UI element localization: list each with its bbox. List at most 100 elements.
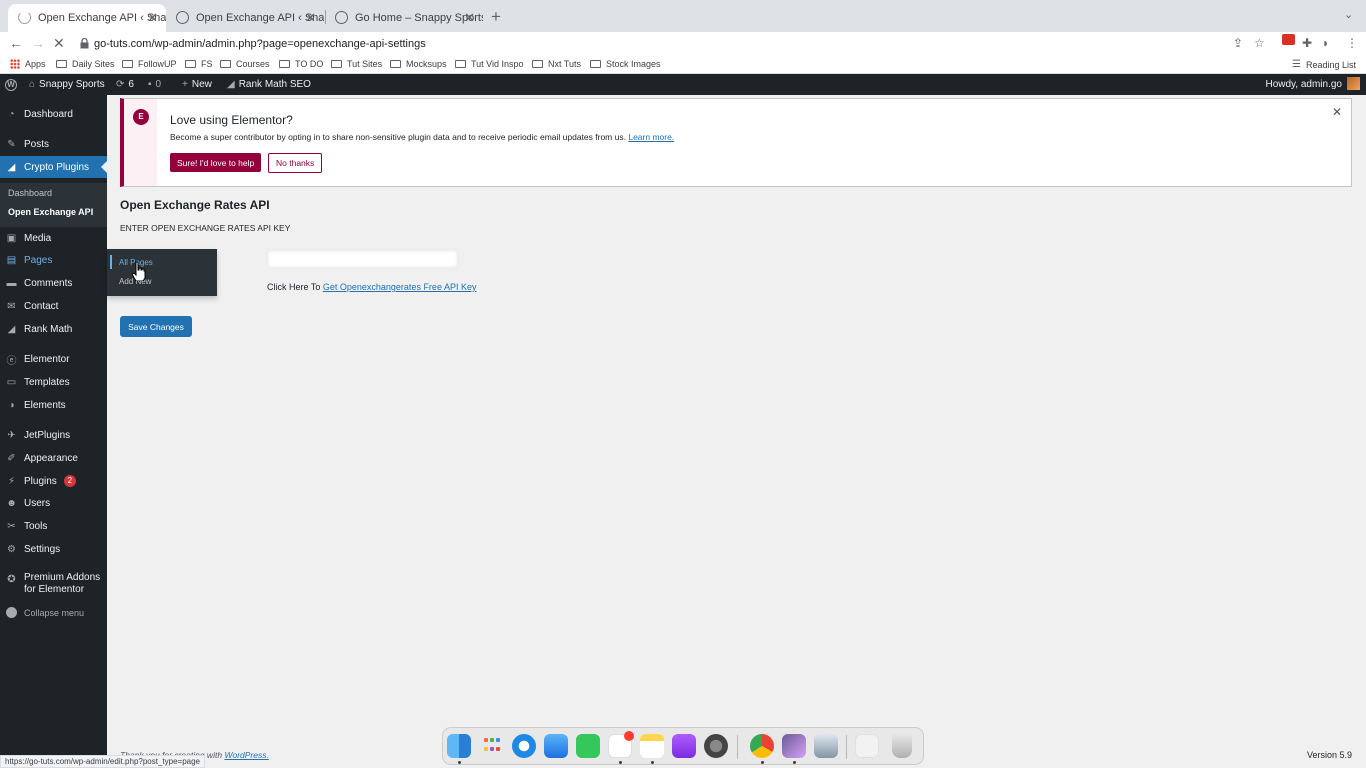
rank-math-label: Rank Math SEO [238,79,311,90]
my-account-link[interactable]: Howdy, admin.go [1265,79,1342,90]
new-content-link[interactable]: + New [182,79,212,90]
facetime-icon[interactable] [576,734,600,758]
bookmark-folder[interactable]: FS [185,59,213,69]
bookmark-label: TO DO [295,59,324,69]
kebab-menu-icon[interactable]: ⋮ [1346,36,1358,50]
sidebar-item-users[interactable]: ☻ Users [0,492,107,514]
shield-extension-icon[interactable]: ◗ [1322,36,1329,50]
bookmark-folder[interactable]: Daily Sites [56,59,115,69]
bookmark-folder[interactable]: Tut Sites [331,59,382,69]
submenu-item-open-exchange-api[interactable]: Open Exchange API [8,207,93,217]
sidebar-item-appearance[interactable]: ✐ Appearance [0,447,107,469]
share-icon[interactable]: ⇪ [1233,36,1243,50]
sidebar-item-rank-math[interactable]: ◢ Rank Math [0,318,107,340]
collapse-menu-button[interactable]: Collapse menu [6,607,84,618]
learn-more-link[interactable]: Learn more. [628,132,674,142]
sidebar-item-jetplugins[interactable]: ✈ JetPlugins [0,424,107,446]
tab-open-exchange-api-2[interactable]: Open Exchange API ‹ Snappy S ✕ [166,4,324,32]
home-icon: ⌂ [29,79,36,90]
url-text: go-tuts.com/wp-admin/admin.php?page=open… [94,38,426,50]
sidebar-item-settings[interactable]: ⚙ Settings [0,538,107,560]
extensions-puzzle-icon[interactable]: ✚ [1302,36,1312,50]
sidebar-item-tools[interactable]: ✂ Tools [0,515,107,537]
bookmark-folder[interactable]: FollowUP [122,59,177,69]
sidebar-item-crypto-plugins[interactable]: ◢ Crypto Plugins [0,156,107,178]
notification-badge [624,731,634,741]
updates-link[interactable]: ⟳ 6 [116,79,134,90]
sidebar-item-dashboard[interactable]: ◔ Dashboard [0,103,107,125]
bookmark-label: Nxt Tuts [548,59,582,69]
sidebar-item-posts[interactable]: ✎ Posts [0,133,107,155]
stop-loading-icon[interactable]: ✕ [53,35,65,52]
sidebar-item-premium-addons[interactable]: ✪ Premium Addons for Elementor [0,572,107,600]
bookmark-star-icon[interactable]: ☆ [1254,36,1265,50]
wp-admin-bar: W ⌂ Snappy Sports ⟳ 6 ▪ 0 + New ◢ Rank M… [0,74,1366,95]
bookmark-apps[interactable]: Apps [10,59,46,69]
forward-arrow-icon[interactable]: → [31,35,45,51]
sidebar-item-media[interactable]: ▣ Media [0,227,107,249]
rank-math-link[interactable]: ◢ Rank Math SEO [227,79,311,90]
sidebar-item-contact[interactable]: ✉ Contact [0,295,107,317]
bookmark-folder[interactable]: Nxt Tuts [532,59,581,69]
wrench-icon: ✂ [7,520,16,532]
close-tab-icon[interactable]: ✕ [147,10,158,26]
launchpad-icon[interactable] [480,734,504,758]
system-preferences-icon[interactable] [704,734,728,758]
close-tab-icon[interactable]: ✕ [305,10,316,26]
submenu-item-dashboard[interactable]: Dashboard [8,188,52,198]
sidebar-item-elements[interactable]: ◑ Elements [0,394,107,416]
preview-icon[interactable] [814,734,838,758]
opt-in-button[interactable]: Sure! I'd love to help [170,153,262,172]
reading-list[interactable]: ☰ Reading List [1292,59,1356,70]
sidebar-item-label: Pages [24,254,53,266]
free-api-key-link[interactable]: Get Openexchangerates Free API Key [323,282,477,292]
running-indicator [761,761,764,764]
folder-icon [390,60,401,68]
notes-icon[interactable] [640,734,664,758]
site-name: Snappy Sports [39,79,105,90]
back-arrow-icon[interactable]: ← [9,35,23,51]
bookmark-label: Mocksups [406,59,447,69]
podcasts-icon[interactable] [672,734,696,758]
api-key-input[interactable] [267,250,458,268]
safari-icon[interactable] [512,734,536,758]
save-changes-button[interactable]: Save Changes [120,316,192,337]
wordpress-link[interactable]: WordPress. [224,750,268,760]
sidebar-item-elementor[interactable]: ⓔ Elementor [0,348,107,370]
new-tab-icon[interactable]: + [491,7,501,27]
dock-separator [737,735,738,759]
bookmark-folder[interactable]: Courses [220,59,270,69]
final-cut-icon[interactable] [782,734,806,758]
comments-link[interactable]: ▪ 0 [148,79,161,90]
wp-logo-menu[interactable]: W [5,79,17,91]
address-bar[interactable]: go-tuts.com/wp-admin/admin.php?page=open… [74,33,1284,55]
chrome-icon[interactable] [750,734,774,758]
bookmark-folder[interactable]: Stock Images [590,59,661,69]
trash-icon[interactable] [892,734,912,758]
sidebar-item-pages[interactable]: ▤ Pages [0,249,107,271]
sidebar-item-templates[interactable]: ▭ Templates [0,371,107,393]
no-thanks-button[interactable]: No thanks [268,153,323,173]
comments-count: 0 [155,79,162,90]
extension-badge-icon[interactable] [1282,34,1295,45]
bookmark-folder[interactable]: Mocksups [390,59,447,69]
tab-go-home[interactable]: Go Home – Snappy Sports ✕ [325,4,483,32]
site-name-link[interactable]: ⌂ Snappy Sports [29,79,105,90]
tab-open-exchange-api-1[interactable]: Open Exchange API ‹ Snappy S ✕ [8,4,166,32]
notice-title: Love using Elementor? [170,113,293,127]
tab-search-chevron-icon[interactable]: ⌄ [1344,8,1353,21]
api-key-label: ENTER OPEN EXCHANGE RATES API KEY [120,223,291,233]
avatar[interactable] [1347,77,1360,90]
folder-icon: ▭ [6,376,17,388]
close-tab-icon[interactable]: ✕ [464,10,475,26]
dismiss-notice-icon[interactable]: ✕ [1332,105,1342,119]
sidebar-item-plugins[interactable]: ⚡ Plugins 2 [0,470,107,492]
finder-icon[interactable] [447,734,471,758]
sidebar-item-comments[interactable]: ▬ Comments [0,272,107,294]
bookmark-folder[interactable]: Tut Vid Inspo [455,59,524,69]
downloads-stack-icon[interactable] [855,734,879,758]
sidebar-item-label: Settings [24,543,61,555]
folder-icon [122,60,133,68]
mail-icon[interactable] [544,734,568,758]
bookmark-folder[interactable]: TO DO [279,59,323,69]
